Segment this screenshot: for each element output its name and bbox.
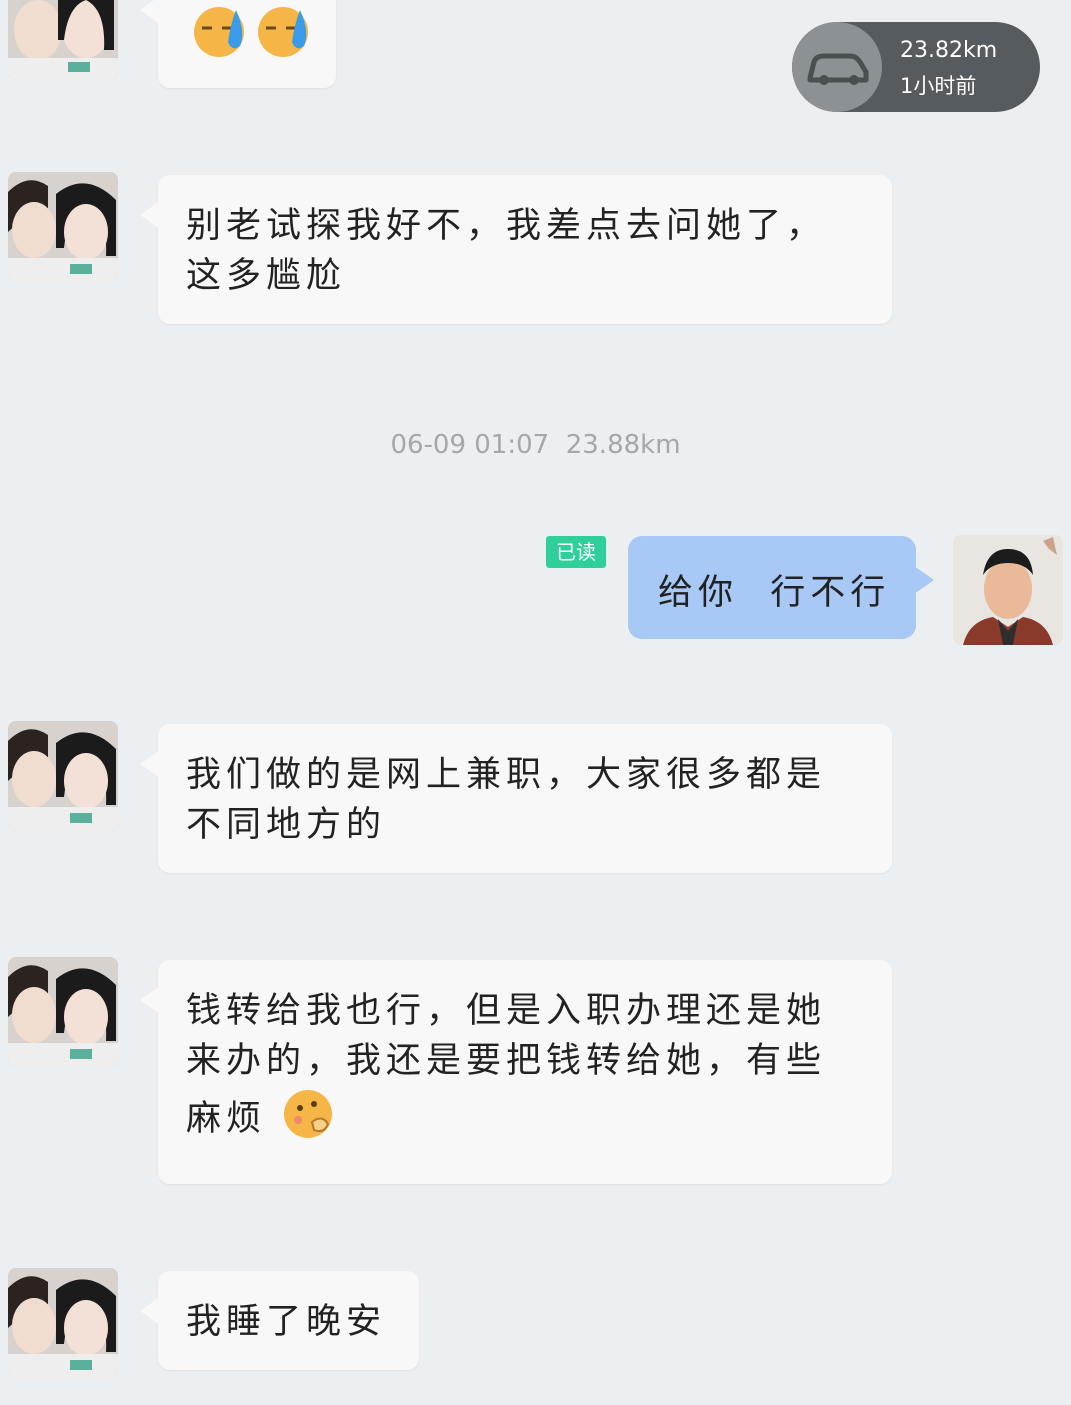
timestamp-divider: 06-09 01:07 23.88km: [0, 430, 1071, 460]
message-bubble-incoming[interactable]: [140, 0, 336, 88]
timestamp-distance: 23.88km: [565, 430, 681, 460]
contact-avatar[interactable]: [8, 172, 118, 282]
car-icon: [792, 22, 882, 112]
contact-avatar[interactable]: [8, 0, 118, 80]
message-bubble-incoming[interactable]: 我睡了晚安: [140, 1271, 419, 1370]
message-bubble-incoming[interactable]: 我们做的是网上兼职，大家很多都是不同地方的: [140, 724, 892, 873]
location-distance: 23.82km: [900, 38, 998, 63]
message-bubble-incoming[interactable]: 别老试探我好不，我差点去问她了，这多尴尬: [140, 175, 892, 324]
message-bubble-incoming[interactable]: 钱转给我也行，但是入职办理还是她来办的，我还是要把钱转给她，有些麻烦: [140, 960, 892, 1184]
timestamp-datetime: 06-09 01:07: [390, 430, 550, 460]
message-text: 给你 行不行: [658, 573, 891, 613]
sweat-emoji-icon: [256, 2, 314, 74]
contact-avatar[interactable]: [8, 721, 118, 831]
message-text: 别老试探我好不，我差点去问她了，这多尴尬: [186, 206, 827, 296]
thinking-emoji-icon: [282, 1086, 336, 1154]
message-text: 我睡了晚安: [186, 1302, 387, 1342]
location-time-ago: 1小时前: [900, 74, 977, 98]
my-avatar[interactable]: [953, 535, 1063, 645]
message-text: 我们做的是网上兼职，大家很多都是不同地方的: [186, 755, 827, 845]
contact-avatar[interactable]: [8, 1268, 118, 1378]
message-bubble-outgoing[interactable]: 给你 行不行: [628, 536, 934, 639]
sweat-emoji-icon: [192, 2, 250, 74]
contact-avatar[interactable]: [8, 957, 118, 1067]
read-status-badge: 已读: [546, 536, 606, 568]
message-text: 钱转给我也行，但是入职办理还是她来办的，我还是要把钱转给她，有些麻烦: [158, 960, 892, 1180]
location-card[interactable]: 23.82km 1小时前: [792, 22, 1040, 112]
